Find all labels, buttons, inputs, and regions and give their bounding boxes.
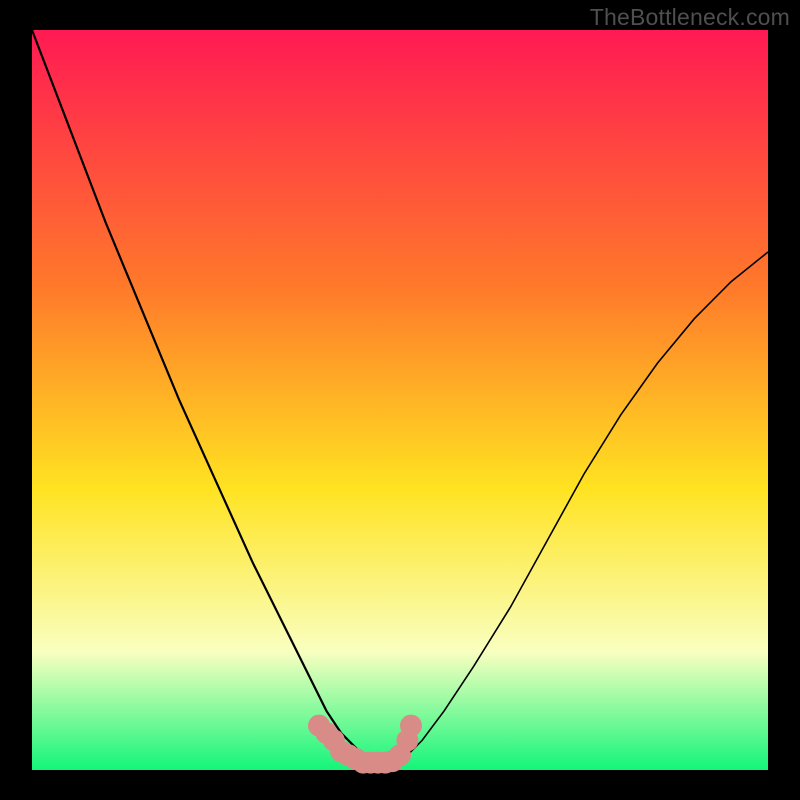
bottom-marker [400, 715, 422, 737]
bottleneck-chart [0, 0, 800, 800]
plot-background [32, 30, 768, 770]
watermark-text: TheBottleneck.com [590, 4, 790, 31]
chart-frame: TheBottleneck.com [0, 0, 800, 800]
